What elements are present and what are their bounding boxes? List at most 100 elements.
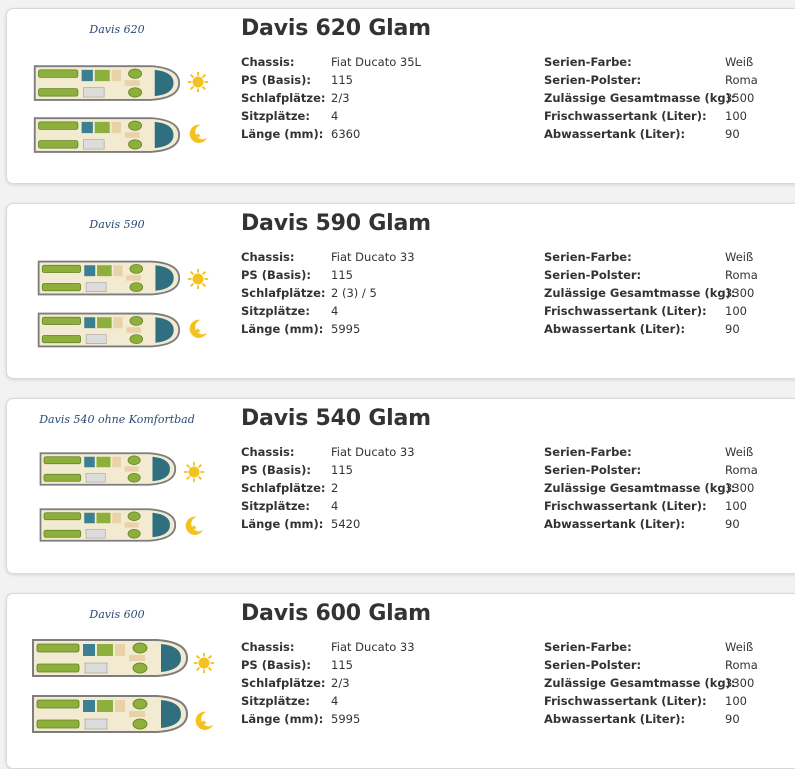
- spec-label: Zulässige Gesamtmasse (kg):: [544, 286, 736, 300]
- spec-value: 90: [725, 322, 740, 336]
- spec-value: Fiat Ducato 33: [331, 640, 415, 654]
- spec-label: Frischwassertank (Liter):: [544, 499, 707, 513]
- spec-label: Serien-Polster:: [544, 73, 642, 87]
- spec-value: 115: [331, 268, 353, 282]
- spec-value: 4: [331, 499, 339, 513]
- spec-value: 2/3: [331, 676, 350, 690]
- spec-label: Serien-Polster:: [544, 658, 642, 672]
- vehicle-card[interactable]: Davis 590 Davis 590 Glam Chassis: Fiat Du…: [6, 203, 795, 379]
- spec-value: 100: [725, 304, 747, 318]
- spec-label: PS (Basis):: [241, 268, 311, 282]
- spec-label: Sitzplätze:: [241, 109, 310, 123]
- spec-label: Länge (mm):: [241, 127, 324, 141]
- vehicle-card[interactable]: Davis 600 Davis 600 Glam Chassis: Fiat Du…: [6, 593, 795, 769]
- vehicle-title[interactable]: Davis 620 Glam: [241, 16, 431, 41]
- spec-label: Länge (mm):: [241, 712, 324, 726]
- vehicle-title[interactable]: Davis 540 Glam: [241, 406, 431, 431]
- spec-label: Serien-Polster:: [544, 463, 642, 477]
- spec-value: 3300: [725, 286, 755, 300]
- spec-label: Chassis:: [241, 55, 295, 69]
- spec-label: Chassis:: [241, 445, 295, 459]
- moon-icon: [189, 319, 208, 338]
- spec-label: Abwassertank (Liter):: [544, 712, 686, 726]
- sun-icon: [187, 268, 209, 290]
- spec-label: Zulässige Gesamtmasse (kg):: [544, 676, 736, 690]
- spec-value: 100: [725, 694, 747, 708]
- spec-value: 5995: [331, 712, 361, 726]
- spec-label: Schlafplätze:: [241, 91, 326, 105]
- spec-value: 100: [725, 109, 747, 123]
- spec-label: Serien-Farbe:: [544, 250, 632, 264]
- spec-value: Roma: [725, 73, 758, 87]
- spec-value: 2 (3) / 5: [331, 286, 377, 300]
- spec-value: 5995: [331, 322, 361, 336]
- spec-label: Sitzplätze:: [241, 694, 310, 708]
- spec-value: Roma: [725, 463, 758, 477]
- spec-label: PS (Basis):: [241, 658, 311, 672]
- spec-value: 6360: [331, 127, 361, 141]
- spec-value: 115: [331, 463, 353, 477]
- vehicle-title[interactable]: Davis 590 Glam: [241, 211, 431, 236]
- spec-label: PS (Basis):: [241, 73, 311, 87]
- spec-value: 4: [331, 694, 339, 708]
- spec-label: Abwassertank (Liter):: [544, 127, 686, 141]
- spec-value: Fiat Ducato 33: [331, 250, 415, 264]
- spec-value: Weiß: [725, 250, 754, 264]
- spec-value: Fiat Ducato 33: [331, 445, 415, 459]
- moon-icon: [185, 516, 204, 535]
- spec-label: Schlafplätze:: [241, 481, 326, 495]
- spec-label: Serien-Farbe:: [544, 640, 632, 654]
- spec-value: 2: [331, 481, 339, 495]
- spec-label: Länge (mm):: [241, 517, 324, 531]
- vehicle-card[interactable]: Davis 620 Davis 620 Glam Chassis: Fiat Du…: [6, 8, 795, 184]
- spec-label: Serien-Farbe:: [544, 445, 632, 459]
- spec-value: Weiß: [725, 640, 754, 654]
- spec-value: 3300: [725, 481, 755, 495]
- spec-label: Zulässige Gesamtmasse (kg):: [544, 481, 736, 495]
- spec-label: Serien-Farbe:: [544, 55, 632, 69]
- spec-value: Weiß: [725, 445, 754, 459]
- spec-value: Weiß: [725, 55, 754, 69]
- spec-value: 3300: [725, 676, 755, 690]
- spec-label: Serien-Polster:: [544, 268, 642, 282]
- floorplan-image[interactable]: Davis 600: [17, 598, 217, 756]
- spec-value: 100: [725, 499, 747, 513]
- spec-value: 115: [331, 658, 353, 672]
- spec-label: Abwassertank (Liter):: [544, 322, 686, 336]
- spec-value: 90: [725, 127, 740, 141]
- moon-icon: [195, 711, 214, 730]
- spec-label: Abwassertank (Liter):: [544, 517, 686, 531]
- spec-value: Roma: [725, 268, 758, 282]
- floorplan-image[interactable]: Davis 590: [17, 208, 217, 366]
- vehicle-card[interactable]: Davis 540 ohne Komfortbad Davis 540 Glam…: [6, 398, 795, 574]
- spec-value: 3500: [725, 91, 755, 105]
- spec-label: Schlafplätze:: [241, 286, 326, 300]
- vehicle-title[interactable]: Davis 600 Glam: [241, 601, 431, 626]
- sun-icon: [193, 652, 215, 674]
- spec-value: 5420: [331, 517, 361, 531]
- spec-value: 4: [331, 109, 339, 123]
- sun-icon: [187, 71, 209, 93]
- moon-icon: [189, 124, 208, 143]
- floorplan-image[interactable]: Davis 620: [17, 13, 217, 171]
- spec-value: 90: [725, 712, 740, 726]
- spec-label: Länge (mm):: [241, 322, 324, 336]
- spec-label: PS (Basis):: [241, 463, 311, 477]
- spec-label: Frischwassertank (Liter):: [544, 304, 707, 318]
- floorplan-image[interactable]: Davis 540 ohne Komfortbad: [17, 403, 217, 561]
- spec-value: Fiat Ducato 35L: [331, 55, 421, 69]
- spec-label: Chassis:: [241, 640, 295, 654]
- spec-value: 4: [331, 304, 339, 318]
- spec-label: Chassis:: [241, 250, 295, 264]
- spec-label: Frischwassertank (Liter):: [544, 694, 707, 708]
- spec-value: 90: [725, 517, 740, 531]
- spec-label: Schlafplätze:: [241, 676, 326, 690]
- spec-label: Sitzplätze:: [241, 304, 310, 318]
- spec-label: Sitzplätze:: [241, 499, 310, 513]
- spec-value: Roma: [725, 658, 758, 672]
- spec-value: 115: [331, 73, 353, 87]
- spec-value: 2/3: [331, 91, 350, 105]
- spec-label: Frischwassertank (Liter):: [544, 109, 707, 123]
- spec-label: Zulässige Gesamtmasse (kg):: [544, 91, 736, 105]
- sun-icon: [183, 461, 205, 483]
